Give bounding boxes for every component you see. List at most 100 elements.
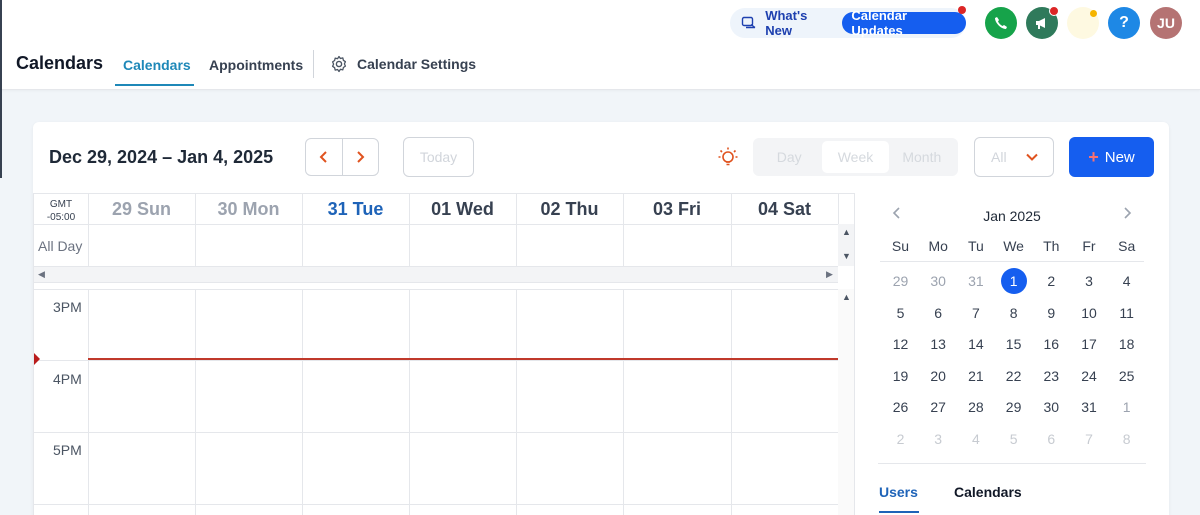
grid-line [34,289,838,290]
day-header-wed[interactable]: 01 Wed [409,199,516,220]
avatar[interactable]: JU [1150,7,1182,39]
mini-calendar-day[interactable]: 8 [1114,426,1140,452]
mini-calendar-day[interactable]: 27 [925,394,951,420]
view-day-button[interactable]: Day [756,141,822,173]
all-day-scrollbar[interactable]: ▲ ▼ [838,224,854,266]
mini-calendar-day[interactable]: 31 [1076,394,1102,420]
horizontal-scrollbar[interactable]: ◀ ▶ [34,266,838,283]
mini-calendar-day[interactable]: 4 [963,426,989,452]
phone-button[interactable] [985,7,1017,39]
mini-calendar-day[interactable]: 19 [888,363,914,389]
grid-line [516,289,517,515]
calendar-settings-label: Calendar Settings [357,56,477,72]
hour-line [34,360,838,361]
new-event-button[interactable]: + New [1069,137,1154,177]
day-header-tue[interactable]: 31 Tue [302,199,409,220]
mini-calendar-day[interactable]: 26 [888,394,914,420]
mini-calendar-day[interactable]: 8 [1001,300,1027,326]
mini-calendar-day[interactable]: 1 [1114,394,1140,420]
view-week-button[interactable]: Week [822,141,889,173]
day-header-sun[interactable]: 29 Sun [88,199,195,220]
weekday-header: We [1003,238,1024,254]
mini-calendar-day[interactable]: 15 [1001,331,1027,357]
lightbulb-icon[interactable] [716,145,740,169]
mini-calendar-day[interactable]: 14 [963,331,989,357]
mini-calendar-day[interactable]: 2 [888,426,914,452]
mini-calendar-day[interactable]: 23 [1038,363,1064,389]
grid-line [516,194,517,266]
tab-side-calendars[interactable]: Calendars [954,484,1022,500]
mini-calendar-today[interactable]: 1 [1000,268,1027,294]
mini-calendar-day[interactable]: 24 [1076,363,1102,389]
announcement-icon [740,14,757,32]
current-time-line [88,358,838,360]
mini-calendar-day[interactable]: 18 [1114,331,1140,357]
mini-calendar-day[interactable]: 7 [1076,426,1102,452]
mini-calendar-day[interactable]: 3 [925,426,951,452]
day-header-sat[interactable]: 04 Sat [731,199,838,220]
help-button[interactable]: ? [1108,7,1140,39]
mini-calendar-day[interactable]: 28 [963,394,989,420]
mini-calendar-day[interactable]: 17 [1076,331,1102,357]
chevron-right-icon [1124,207,1132,219]
today-button[interactable]: Today [403,137,474,177]
hour-label-5pm: 5PM [53,442,82,458]
time-grid-scrollbar[interactable]: ▲ [838,289,854,515]
announcements-button[interactable] [1026,6,1059,39]
tab-users[interactable]: Users [879,484,918,500]
ideas-button[interactable] [1067,7,1099,39]
mini-calendar-day[interactable]: 9 [1038,300,1064,326]
active-tab-indicator [115,84,194,86]
hour-line [34,504,838,505]
mini-calendar-day[interactable]: 12 [888,331,914,357]
mini-calendar-day[interactable]: 6 [1038,426,1064,452]
mini-calendar-day[interactable]: 6 [925,300,951,326]
day-header-mon[interactable]: 30 Mon [195,199,302,220]
mini-calendar-day[interactable]: 21 [963,363,989,389]
megaphone-icon [1036,18,1045,29]
next-week-button[interactable] [341,139,379,175]
mini-calendar-day[interactable]: 7 [963,300,989,326]
chevron-down-icon [1026,153,1038,161]
mini-calendar-day[interactable]: 10 [1076,300,1102,326]
mini-calendar-day[interactable]: 29 [888,268,914,294]
scroll-left-icon: ◀ [38,269,45,279]
calendar-updates-badge[interactable]: Calendar Updates [842,8,967,38]
mini-calendar-day[interactable]: 3 [1076,268,1102,294]
previous-week-button[interactable] [306,139,342,175]
mini-calendar-day[interactable]: 22 [1001,363,1027,389]
timezone-label: GMT -05:00 [42,198,80,224]
weekday-header: Su [891,238,910,254]
mini-calendar-day[interactable]: 16 [1038,331,1064,357]
mini-calendar-month: Jan 2025 [983,208,1041,224]
mini-calendar-day[interactable]: 11 [1114,300,1140,326]
top-bar: What's New Calendar Updates ? JU Calenda… [0,0,1200,90]
whats-new-banner[interactable]: What's New Calendar Updates [730,6,967,38]
mini-calendar-day[interactable]: 4 [1114,268,1140,294]
mini-calendar-day[interactable]: 5 [1001,426,1027,452]
next-month-button[interactable] [1122,206,1132,225]
tab-appointments[interactable]: Appointments [209,57,303,73]
mini-calendar-day[interactable]: 13 [925,331,951,357]
mini-calendar-day[interactable]: 30 [1038,394,1064,420]
hour-label-3pm: 3PM [53,299,82,315]
day-header-thu[interactable]: 02 Thu [516,199,623,220]
scroll-right-icon: ▶ [826,269,833,279]
mini-calendar-day[interactable]: 30 [925,268,951,294]
mini-calendar-day[interactable]: 2 [1038,268,1064,294]
mini-calendar-day[interactable]: 5 [888,300,914,326]
hour-line [34,432,838,433]
whats-new-label[interactable]: What's New [765,8,834,38]
filter-select[interactable]: All [974,137,1054,177]
mini-calendar-day[interactable]: 20 [925,363,951,389]
tab-calendars[interactable]: Calendars [123,57,191,73]
filter-value: All [991,149,1007,165]
mini-calendar-day[interactable]: 29 [1001,394,1027,420]
day-header-fri[interactable]: 03 Fri [623,199,731,220]
mini-calendar-divider [880,261,1144,262]
calendar-settings-link[interactable]: Calendar Settings [330,55,476,73]
gear-icon [331,55,347,73]
mini-calendar-day[interactable]: 31 [963,268,989,294]
mini-calendar-day[interactable]: 25 [1114,363,1140,389]
view-month-button[interactable]: Month [889,141,955,173]
